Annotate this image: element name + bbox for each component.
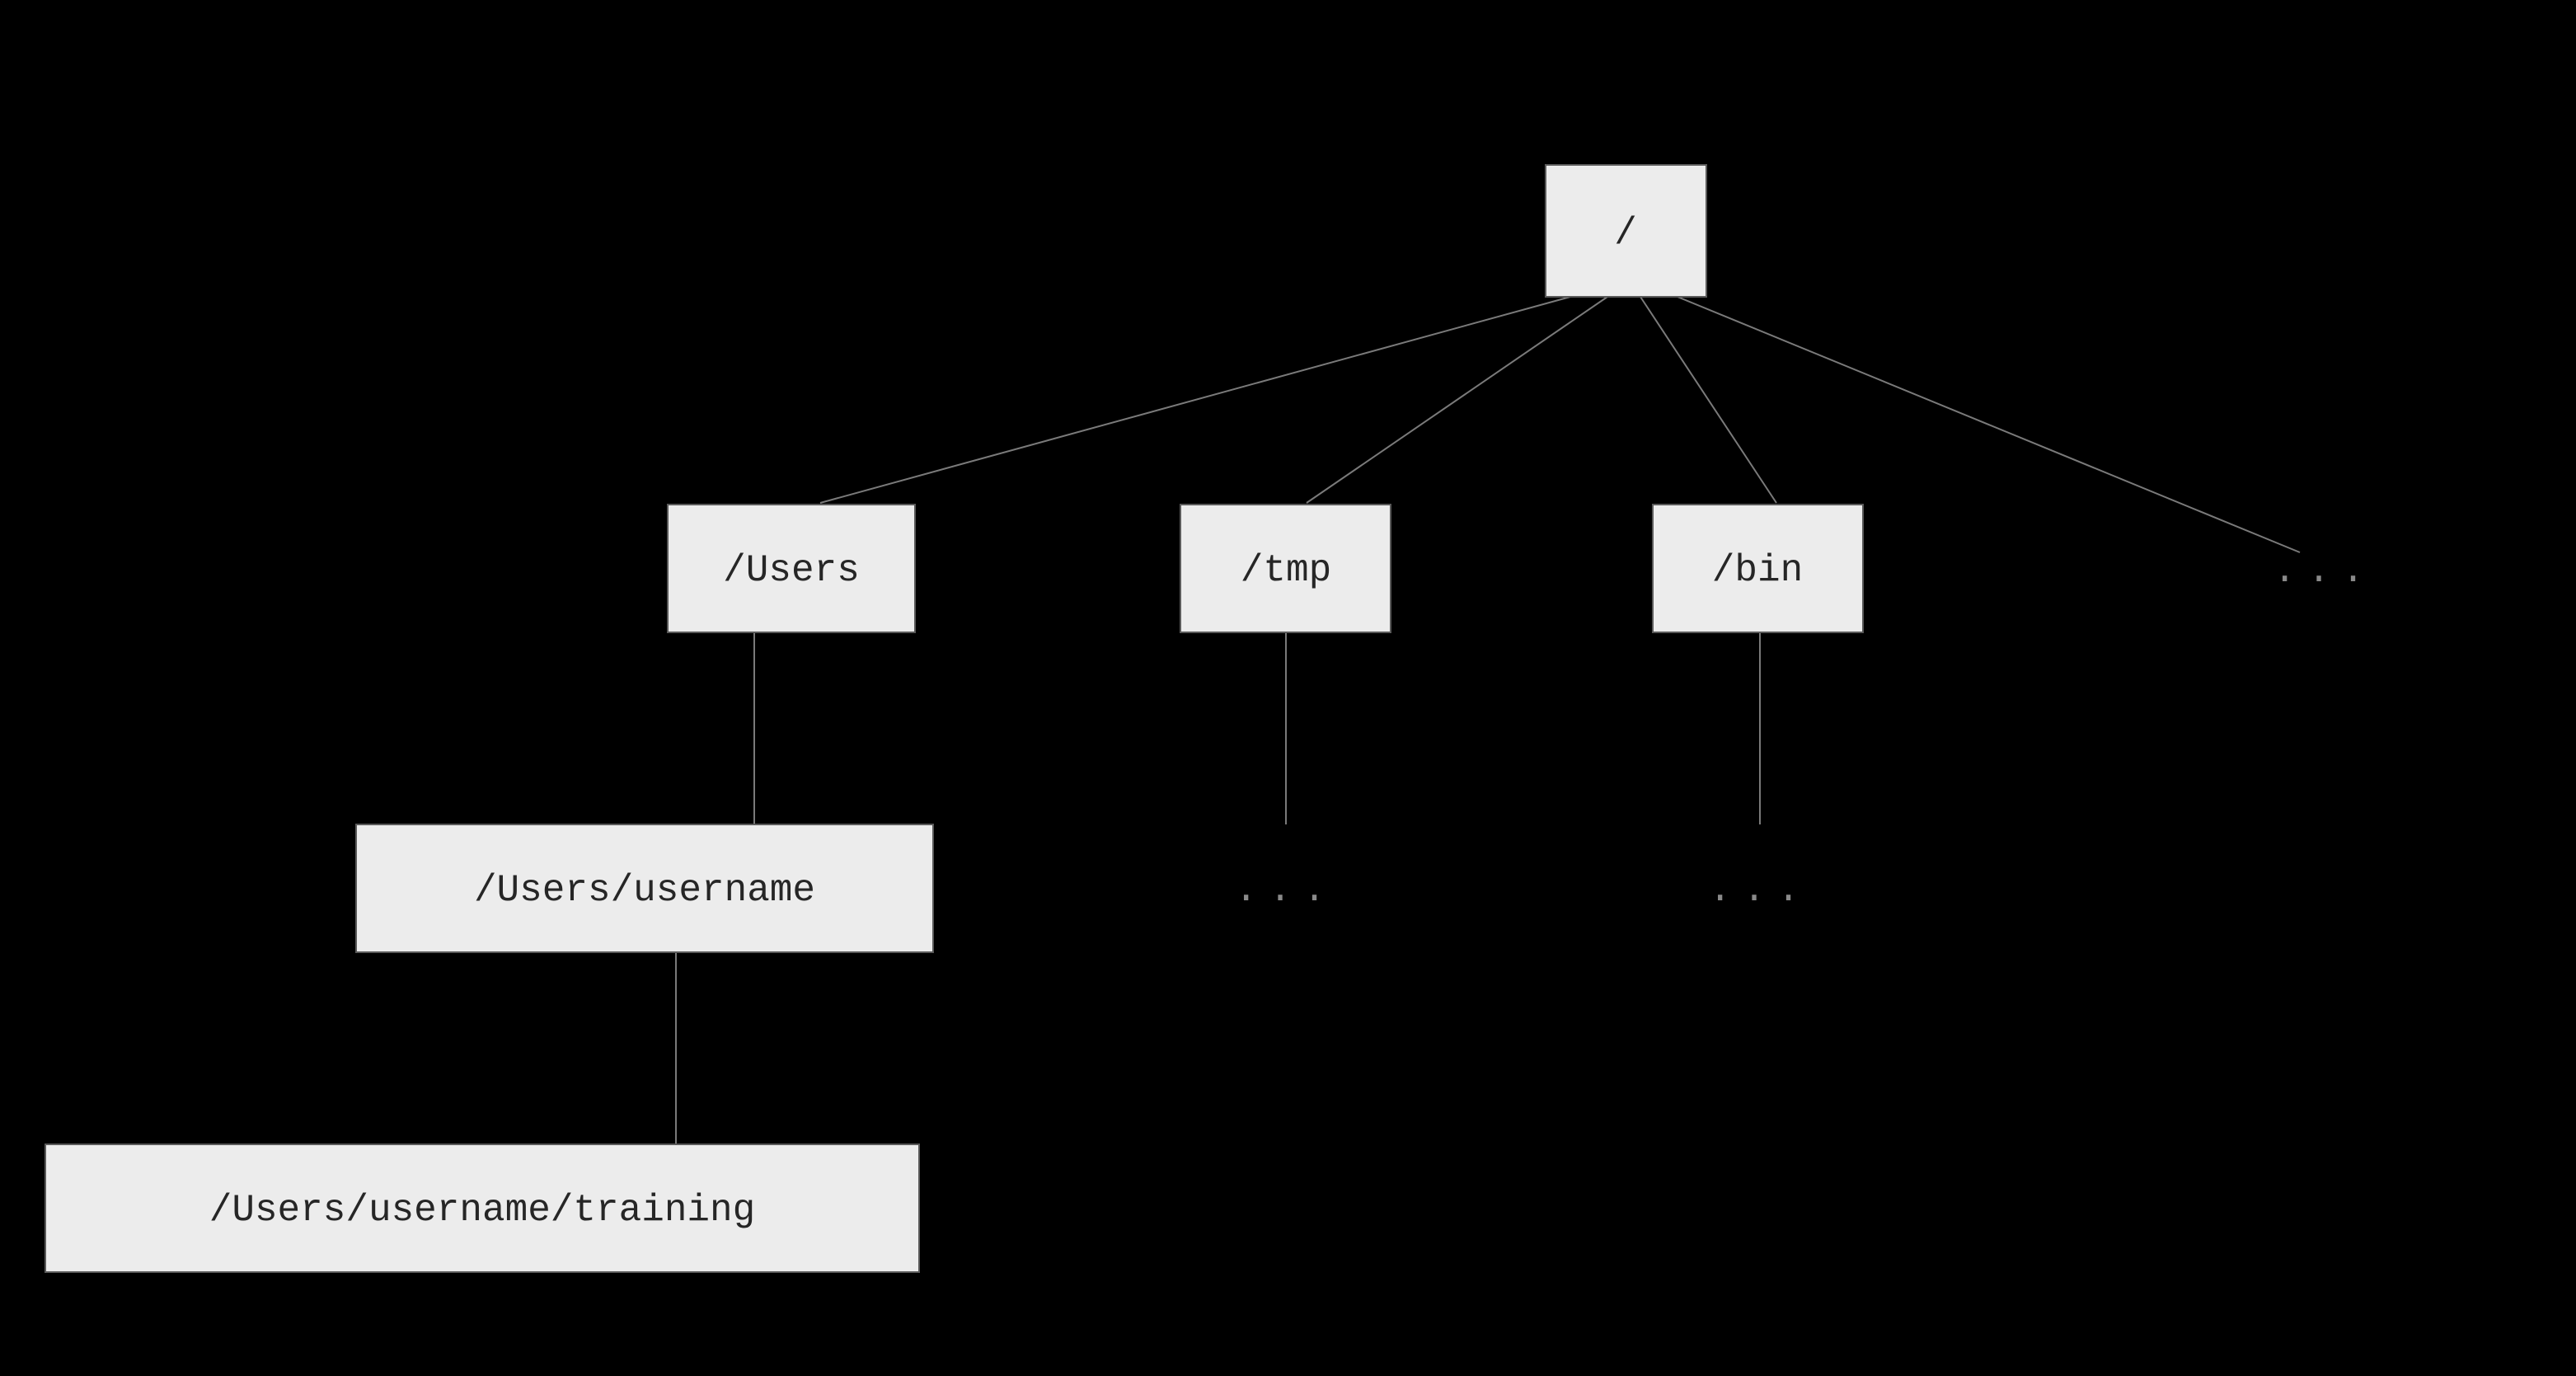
node-level1-more: ...	[2273, 550, 2376, 593]
edge-root-bin	[1640, 297, 1776, 503]
node-bin-more: ...	[1709, 869, 1811, 912]
node-tmp-more: ...	[1235, 869, 1337, 912]
node-training-label: /Users/username/training	[209, 1189, 756, 1232]
node-tmp-label: /tmp	[1241, 549, 1331, 592]
node-users: /Users	[668, 505, 915, 632]
node-tmp: /tmp	[1180, 505, 1391, 632]
node-username-label: /Users/username	[474, 869, 815, 912]
filesystem-tree-diagram: / /Users /tmp /bin ... /Users/username .…	[0, 0, 2576, 1376]
node-bin: /bin	[1653, 505, 1863, 632]
node-training: /Users/username/training	[45, 1144, 919, 1272]
node-bin-label: /bin	[1712, 549, 1803, 592]
node-username: /Users/username	[356, 824, 933, 952]
node-root: /	[1546, 165, 1706, 297]
node-root-label: /	[1614, 212, 1637, 255]
node-users-label: /Users	[723, 549, 860, 592]
